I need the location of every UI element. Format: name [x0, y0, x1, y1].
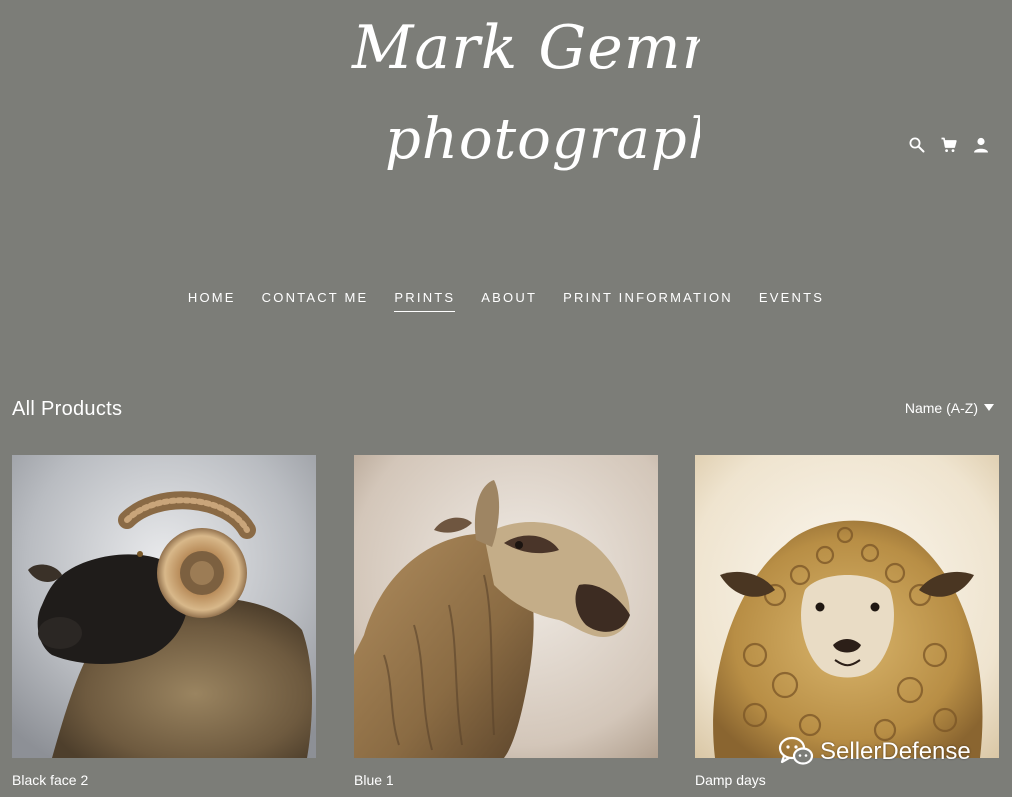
product-image-blue-sheep[interactable]: [354, 455, 658, 758]
logo-graphic: Mark Gemmell photography: [351, 13, 700, 172]
product-image-curly-sheep[interactable]: [695, 455, 999, 758]
site-logo[interactable]: Mark Gemmell photography: [330, 0, 700, 220]
caret-down-icon: [984, 404, 994, 411]
header-utility-icons: [908, 135, 990, 155]
cart-icon[interactable]: [940, 135, 958, 155]
sort-dropdown[interactable]: Name (A-Z): [905, 400, 994, 416]
product-name[interactable]: Black face 2: [12, 772, 316, 788]
wechat-icon: [778, 736, 814, 765]
sort-label: Name (A-Z): [904, 400, 978, 416]
product-card: Black face 2: [12, 455, 316, 788]
main-navigation: HOME CONTACT ME PRINTS ABOUT PRINT INFOR…: [0, 290, 1012, 312]
nav-item-events[interactable]: EVENTS: [759, 290, 824, 312]
product-image-black-face-ram[interactable]: [12, 455, 316, 758]
nav-item-home[interactable]: HOME: [188, 290, 236, 312]
product-card: Blue 1: [354, 455, 658, 788]
logo-line1: Mark Gemmell: [351, 13, 700, 83]
product-name[interactable]: Damp days: [695, 772, 999, 788]
search-icon[interactable]: [908, 135, 926, 155]
nav-item-contact-me[interactable]: CONTACT ME: [262, 290, 369, 312]
nav-item-about[interactable]: ABOUT: [481, 290, 537, 312]
product-name[interactable]: Blue 1: [354, 772, 658, 788]
nav-item-prints[interactable]: PRINTS: [394, 290, 456, 312]
products-heading: All Products: [12, 398, 123, 420]
watermark: SellerDefense: [778, 736, 971, 768]
account-icon[interactable]: [972, 135, 990, 155]
nav-item-print-information[interactable]: PRINT INFORMATION: [563, 290, 733, 312]
watermark-text: SellerDefense: [820, 738, 971, 765]
logo-line2: photography: [385, 107, 700, 172]
